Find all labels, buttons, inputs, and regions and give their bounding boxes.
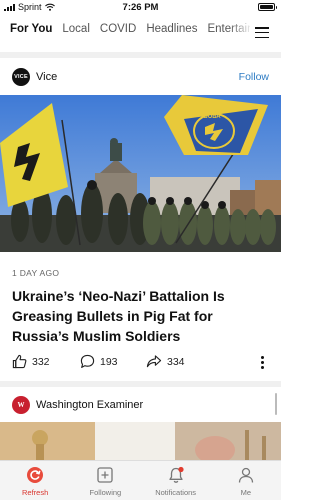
publisher-name[interactable]: Vice <box>36 71 57 83</box>
article-image[interactable]: ВОВА <box>0 95 281 252</box>
like-button[interactable]: 332 <box>12 354 50 369</box>
article-actions: 332 193 334 <box>12 354 270 372</box>
more-options-icon[interactable] <box>261 356 264 369</box>
status-right <box>258 3 277 11</box>
tab-local[interactable]: Local <box>62 23 90 35</box>
bottom-navigation: Refresh Following Notifications Me <box>0 460 281 500</box>
nav-me[interactable]: Me <box>211 461 281 500</box>
article-photo: ВОВА <box>0 95 281 252</box>
comment-count: 193 <box>100 355 118 368</box>
nav-following-label: Following <box>89 488 122 497</box>
tab-fade <box>229 18 253 44</box>
nav-refresh[interactable]: Refresh <box>0 461 70 500</box>
nav-following[interactable]: Following <box>70 461 140 500</box>
tab-covid[interactable]: COVID <box>100 23 136 35</box>
we-logo-text: W <box>17 401 25 409</box>
scroll-indicator <box>275 393 277 415</box>
nav-notifications[interactable]: Notifications <box>141 461 211 500</box>
refresh-icon <box>27 467 44 483</box>
following-icon <box>97 467 114 483</box>
nav-me-label: Me <box>240 488 252 497</box>
share-button[interactable]: 334 <box>146 354 185 369</box>
vice-logo-text: VICE <box>14 74 28 80</box>
vice-logo[interactable]: VICE <box>12 68 30 86</box>
washington-examiner-logo[interactable]: W <box>12 396 30 414</box>
next-publisher-name[interactable]: Washington Examiner <box>36 399 143 411</box>
bell-icon <box>168 466 184 483</box>
section-divider <box>0 52 281 58</box>
next-article-photo <box>0 422 281 462</box>
next-article-publisher-row: W Washington Examiner <box>0 394 281 416</box>
nav-notifications-label: Notifications <box>155 488 197 497</box>
status-bar: Sprint 7:26 PM <box>0 0 281 16</box>
article-headline[interactable]: Ukraine’s ‘Neo-Nazi’ Battalion Is Greasi… <box>12 286 270 346</box>
nav-refresh-label: Refresh <box>21 488 49 497</box>
tab-for-you[interactable]: For You <box>10 23 52 35</box>
comment-icon <box>80 354 95 368</box>
next-article-image[interactable] <box>0 422 281 462</box>
like-count: 332 <box>32 355 50 368</box>
menu-icon[interactable] <box>255 27 269 38</box>
person-icon <box>238 467 254 483</box>
tab-headlines[interactable]: Headlines <box>146 23 197 35</box>
comment-button[interactable]: 193 <box>80 354 118 369</box>
battery-icon <box>258 3 277 11</box>
status-time: 7:26 PM <box>122 2 159 13</box>
flag-text: ВОВА <box>203 114 221 120</box>
share-count: 334 <box>167 355 185 368</box>
tab-row: For You Local COVID Headlines Entertainm <box>10 23 250 35</box>
notification-dot <box>178 466 184 473</box>
thumbs-up-icon <box>12 354 27 369</box>
section-divider <box>0 381 281 387</box>
share-icon <box>146 355 162 368</box>
follow-button[interactable]: Follow <box>239 71 269 83</box>
article-publisher-row: VICE Vice Follow <box>0 66 281 88</box>
article-age: 1 DAY AGO <box>12 268 60 278</box>
top-tabs: For You Local COVID Headlines Entertainm <box>0 18 281 44</box>
